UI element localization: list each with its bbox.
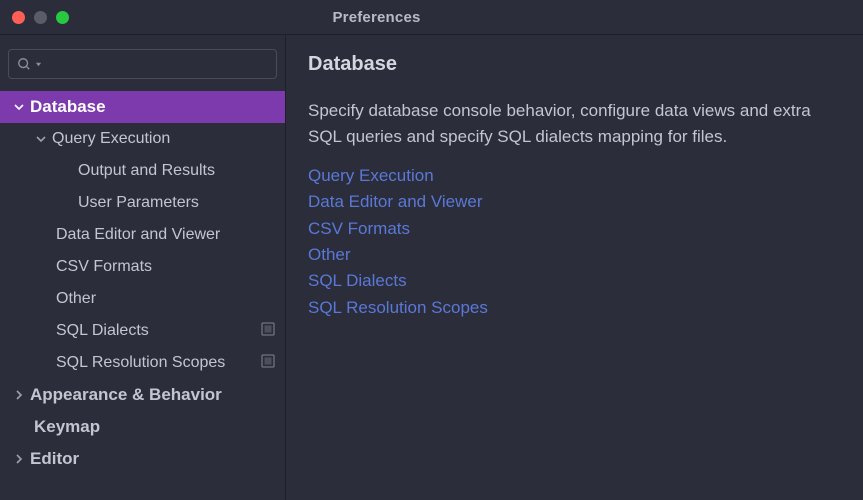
- tree-item-query-execution[interactable]: Query Execution: [0, 123, 285, 155]
- chevron-right-icon: [12, 390, 26, 400]
- tree-item-database[interactable]: Database: [0, 91, 285, 123]
- settings-links: Query ExecutionData Editor and ViewerCSV…: [308, 163, 863, 321]
- tree-item-output-and-results[interactable]: Output and Results: [0, 155, 285, 187]
- tree-item-editor[interactable]: Editor: [0, 443, 285, 475]
- tree-item-data-editor-and-viewer[interactable]: Data Editor and Viewer: [0, 219, 285, 251]
- sidebar: Database Query Execution Output and Result…: [0, 35, 286, 500]
- tree-item-label: Appearance & Behavior: [30, 385, 275, 405]
- tree-item-label: CSV Formats: [56, 258, 275, 276]
- tree-item-other[interactable]: Other: [0, 283, 285, 315]
- settings-tree: Database Query Execution Output and Result…: [0, 91, 285, 475]
- search-field[interactable]: [46, 57, 268, 72]
- project-scope-icon: [261, 354, 275, 373]
- tree-item-label: Query Execution: [52, 130, 275, 148]
- settings-link-other[interactable]: Other: [308, 242, 863, 268]
- settings-link-query-execution[interactable]: Query Execution: [308, 163, 863, 189]
- search-icon: [17, 57, 31, 71]
- tree-item-label: Output and Results: [78, 162, 275, 180]
- tree-item-label: User Parameters: [78, 194, 275, 212]
- settings-link-sql-dialects[interactable]: SQL Dialects: [308, 268, 863, 294]
- settings-link-sql-resolution-scopes[interactable]: SQL Resolution Scopes: [308, 295, 863, 321]
- close-button[interactable]: [12, 11, 25, 24]
- chevron-down-icon: [34, 134, 48, 144]
- settings-link-data-editor-and-viewer[interactable]: Data Editor and Viewer: [308, 189, 863, 215]
- window-title: Preferences: [332, 9, 420, 26]
- chevron-right-icon: [12, 454, 26, 464]
- chevron-down-icon: [12, 102, 26, 112]
- tree-item-label: Editor: [30, 449, 275, 469]
- tree-item-label: Data Editor and Viewer: [56, 226, 275, 244]
- tree-item-label: Keymap: [34, 417, 275, 437]
- tree-item-label: SQL Dialects: [56, 322, 261, 340]
- page-title: Database: [308, 53, 863, 76]
- tree-item-appearance-behavior[interactable]: Appearance & Behavior: [0, 379, 285, 411]
- search-input[interactable]: [8, 49, 277, 79]
- tree-item-label: Other: [56, 290, 275, 308]
- tree-item-user-parameters[interactable]: User Parameters: [0, 187, 285, 219]
- tree-item-sql-dialects[interactable]: SQL Dialects: [0, 315, 285, 347]
- project-scope-icon: [261, 322, 275, 341]
- tree-item-csv-formats[interactable]: CSV Formats: [0, 251, 285, 283]
- main-panel: Database Specify database console behavi…: [286, 35, 863, 500]
- page-description: Specify database console behavior, confi…: [308, 98, 863, 149]
- tree-item-keymap[interactable]: Keymap: [0, 411, 285, 443]
- minimize-button[interactable]: [34, 11, 47, 24]
- dropdown-icon: [35, 61, 42, 68]
- titlebar: Preferences: [0, 0, 863, 35]
- settings-link-csv-formats[interactable]: CSV Formats: [308, 216, 863, 242]
- tree-item-sql-resolution-scopes[interactable]: SQL Resolution Scopes: [0, 347, 285, 379]
- tree-item-label: Database: [30, 97, 275, 117]
- maximize-button[interactable]: [56, 11, 69, 24]
- traffic-lights: [12, 11, 69, 24]
- tree-item-label: SQL Resolution Scopes: [56, 354, 261, 372]
